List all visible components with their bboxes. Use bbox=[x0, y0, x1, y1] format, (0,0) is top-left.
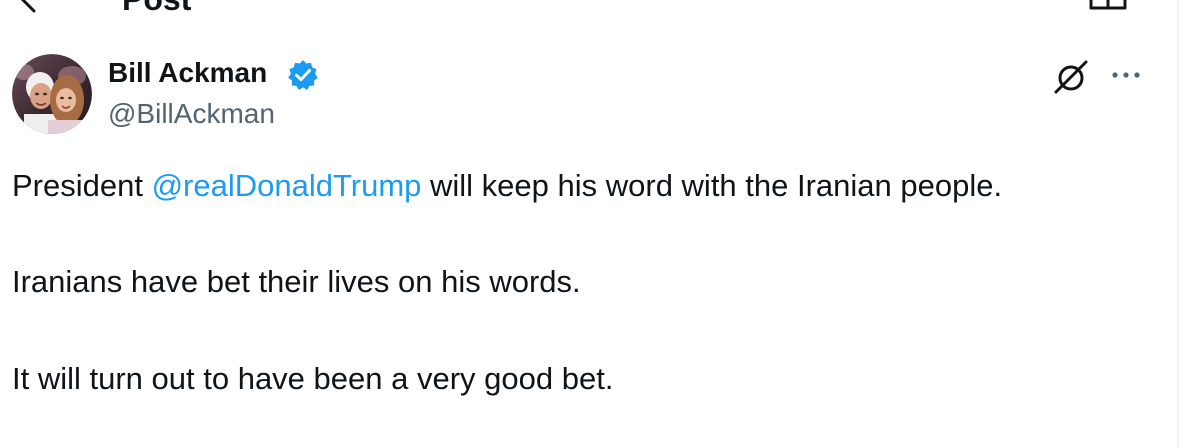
author-name[interactable]: Bill Ackman bbox=[108, 56, 267, 90]
tweet-text-line-2: Iranians have bet their lives on his wor… bbox=[12, 264, 581, 299]
grok-button[interactable] bbox=[1052, 58, 1090, 96]
tweet-text-line-3: It will turn out to have been a very goo… bbox=[12, 361, 614, 396]
column-divider bbox=[1177, 0, 1179, 448]
grok-icon bbox=[1054, 60, 1088, 94]
more-options-button[interactable] bbox=[1110, 63, 1142, 87]
reader-button[interactable] bbox=[1088, 0, 1128, 12]
page-title: Post bbox=[122, 0, 191, 15]
verified-badge bbox=[287, 59, 319, 91]
verified-badge-icon bbox=[288, 60, 318, 90]
back-arrow-icon bbox=[20, 0, 36, 13]
tweet-text-segment: will keep his word with the Iranian peop… bbox=[421, 168, 1003, 203]
avatar[interactable] bbox=[12, 54, 92, 134]
tweet-text-segment: President bbox=[12, 168, 152, 203]
more-options-icon bbox=[1112, 72, 1140, 78]
avatar-photo bbox=[12, 54, 92, 134]
mention-link[interactable]: @realDonaldTrump bbox=[152, 168, 422, 203]
tweet-text-line-1: President @realDonaldTrump will keep his… bbox=[12, 166, 1002, 206]
back-button[interactable] bbox=[14, 0, 44, 14]
reader-view-icon bbox=[1089, 0, 1127, 10]
author-handle[interactable]: @BillAckman bbox=[108, 97, 275, 131]
post-header: Post bbox=[0, 0, 1177, 30]
